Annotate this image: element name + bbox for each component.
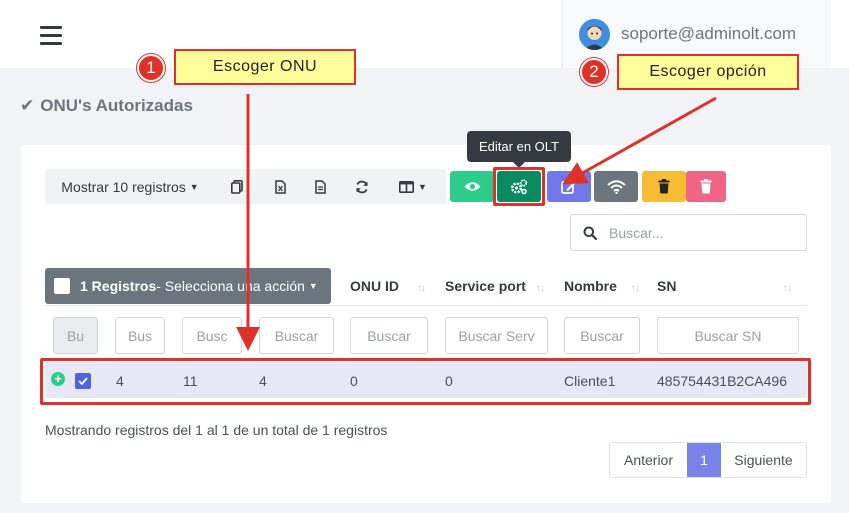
step-1-badge: 1: [137, 54, 165, 82]
arrow-to-edit-olt: [562, 96, 717, 185]
step-1-label: Escoger ONU: [174, 49, 356, 85]
step-2-badge: 2: [580, 58, 608, 86]
step-2-label: Escoger opción: [617, 54, 799, 90]
